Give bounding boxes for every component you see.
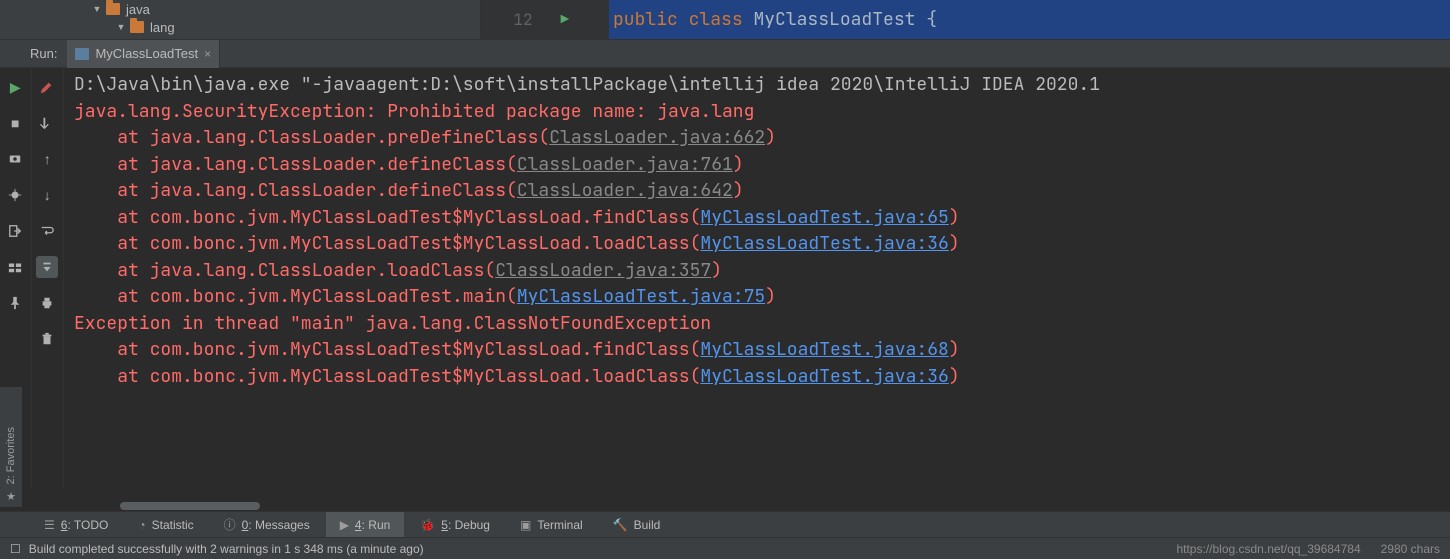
scroll-to-end-icon[interactable] bbox=[36, 256, 58, 278]
soft-wrap-icon[interactable] bbox=[36, 220, 58, 242]
folder-icon bbox=[130, 21, 144, 33]
bug-icon: 🐞 bbox=[420, 518, 435, 532]
run-label: Run: bbox=[0, 46, 67, 61]
tab-messages[interactable]: ⓘ0: Messages bbox=[210, 512, 324, 538]
source-link[interactable]: MyClassLoadTest.java:65 bbox=[700, 206, 948, 229]
keyword: public bbox=[613, 8, 678, 31]
line-number: 12 bbox=[513, 9, 532, 30]
favorites-label: 2: Favorites bbox=[5, 427, 17, 484]
dump-threads-icon[interactable] bbox=[4, 148, 26, 170]
tab-todo[interactable]: ☰6: TODO bbox=[30, 512, 122, 538]
tab-terminal[interactable]: ▣Terminal bbox=[506, 512, 597, 538]
tab-statistic[interactable]: ◔Statistic bbox=[124, 512, 207, 538]
source-link[interactable]: MyClassLoadTest.java:36 bbox=[700, 365, 948, 388]
status-bar: ☐ Build completed successfully with 2 wa… bbox=[0, 537, 1450, 559]
tab-debug[interactable]: 🐞5: Debug bbox=[406, 512, 504, 538]
source-link[interactable]: ClassLoader.java:357 bbox=[495, 259, 711, 282]
exception-header: Exception in thread "main" java.lang.Cla… bbox=[74, 312, 711, 335]
tree-label: java bbox=[126, 2, 150, 17]
trash-icon[interactable] bbox=[36, 328, 58, 350]
horizontal-scrollbar[interactable] bbox=[120, 502, 260, 510]
run-body: ▶ ■ ↑ ↓ bbox=[0, 68, 1450, 488]
console-command: D:\Java\bin\java.exe "-javaagent:D:\soft… bbox=[74, 73, 1100, 96]
bottom-toolwindow-bar: ☰6: TODO ◔Statistic ⓘ0: Messages ▶4: Run… bbox=[0, 511, 1450, 537]
clock-icon: ◔ bbox=[138, 518, 145, 532]
tab-run[interactable]: ▶4: Run bbox=[326, 512, 405, 538]
print-icon[interactable] bbox=[36, 292, 58, 314]
debug-icon[interactable] bbox=[4, 184, 26, 206]
source-link[interactable]: ClassLoader.java:761 bbox=[517, 153, 733, 176]
rerun-icon[interactable]: ▶ bbox=[4, 76, 26, 98]
run-config-icon bbox=[75, 48, 89, 60]
folder-icon bbox=[106, 3, 120, 15]
run-gutter-icon[interactable]: ▶ bbox=[561, 11, 569, 29]
pin-icon[interactable] bbox=[4, 292, 26, 314]
hammer-icon: 🔨 bbox=[613, 518, 628, 532]
status-message: Build completed successfully with 2 warn… bbox=[29, 542, 424, 556]
brace: { bbox=[926, 8, 937, 31]
source-link[interactable]: ClassLoader.java:642 bbox=[517, 179, 733, 202]
editor-gutter: 12 ▶ bbox=[481, 0, 609, 39]
layout-icon[interactable] bbox=[4, 256, 26, 278]
project-tree[interactable]: ▼ java ▼ lang bbox=[0, 0, 480, 39]
code-line[interactable]: public class MyClassLoadTest { bbox=[609, 0, 1450, 39]
status-icon[interactable]: ☐ bbox=[10, 542, 21, 556]
run-tab[interactable]: MyClassLoadTest × bbox=[67, 40, 220, 68]
favorites-stripe[interactable]: 2: Favorites ★ bbox=[0, 387, 22, 507]
identifier: MyClassLoadTest bbox=[753, 8, 915, 31]
list-icon: ☰ bbox=[44, 518, 55, 532]
edit-icon[interactable] bbox=[36, 76, 58, 98]
info-icon: ⓘ bbox=[224, 516, 236, 533]
source-link[interactable]: MyClassLoadTest.java:75 bbox=[517, 285, 765, 308]
down-arrow-icon[interactable]: ↓ bbox=[36, 184, 58, 206]
source-link[interactable]: ClassLoader.java:662 bbox=[549, 126, 765, 149]
caret-down-icon[interactable]: ▼ bbox=[116, 22, 126, 32]
keyword: class bbox=[689, 8, 743, 31]
run-tab-title: MyClassLoadTest bbox=[95, 46, 198, 61]
play-icon: ▶ bbox=[340, 518, 349, 532]
close-icon[interactable]: × bbox=[204, 47, 211, 61]
editor[interactable]: 12 ▶ public class MyClassLoadTest { bbox=[480, 0, 1450, 39]
char-count: 2980 chars bbox=[1381, 542, 1440, 556]
star-icon: ★ bbox=[6, 490, 16, 503]
run-header: Run: MyClassLoadTest × bbox=[0, 40, 1450, 68]
source-link[interactable]: MyClassLoadTest.java:36 bbox=[700, 232, 948, 255]
up-arrow-icon[interactable]: ↑ bbox=[36, 148, 58, 170]
tree-row-lang[interactable]: ▼ lang bbox=[0, 18, 480, 36]
top-area: ▼ java ▼ lang 12 ▶ public class MyClassL… bbox=[0, 0, 1450, 40]
tree-label: lang bbox=[150, 20, 175, 35]
console-output[interactable]: D:\Java\bin\java.exe "-javaagent:D:\soft… bbox=[64, 68, 1450, 488]
tree-row-java[interactable]: ▼ java bbox=[0, 0, 480, 18]
source-link[interactable]: MyClassLoadTest.java:68 bbox=[700, 338, 948, 361]
watermark-url: https://blog.csdn.net/qq_39684784 bbox=[1176, 542, 1360, 556]
exception-header: java.lang.SecurityException: Prohibited … bbox=[74, 100, 754, 123]
tab-build[interactable]: 🔨Build bbox=[599, 512, 675, 538]
caret-down-icon[interactable]: ▼ bbox=[92, 4, 102, 14]
stop-icon[interactable]: ■ bbox=[4, 112, 26, 134]
terminal-icon: ▣ bbox=[520, 518, 531, 532]
exit-icon[interactable] bbox=[4, 220, 26, 242]
down-stack-icon[interactable] bbox=[36, 112, 58, 134]
